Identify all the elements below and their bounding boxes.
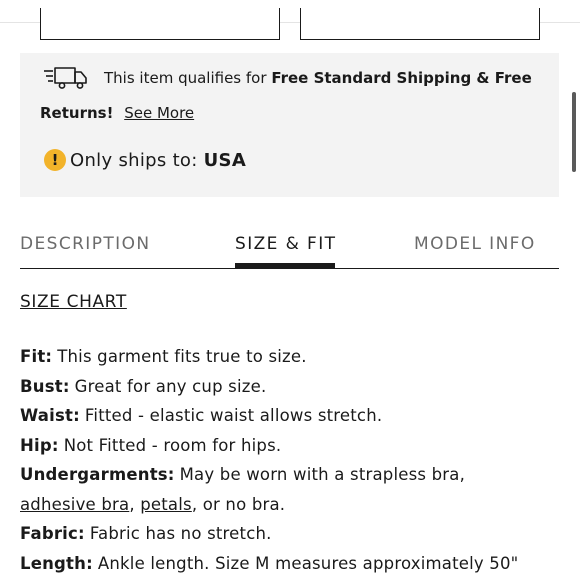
spec-hip: Hip: Not Fitted - room for hips.	[20, 431, 565, 461]
tab-model-info[interactable]: MODEL INFO	[414, 234, 536, 254]
size-chart-link[interactable]: SIZE CHART	[20, 292, 127, 312]
product-tabs: DESCRIPTION SIZE & FIT MODEL INFO	[20, 226, 559, 269]
returns-highlight: Returns!	[40, 104, 114, 122]
size-fit-details: Fit: This garment fits true to size. Bust…	[20, 342, 565, 578]
spec-fit: Fit: This garment fits true to size.	[20, 342, 565, 372]
spec-value: Great for any cup size.	[74, 376, 267, 396]
spec-value: May be worn with a strapless bra,	[179, 465, 466, 484]
petals-link[interactable]: petals	[140, 495, 192, 514]
shipping-message: This item qualifies for Free Standard Sh…	[104, 69, 532, 87]
spec-value: Fabric has no stretch.	[89, 524, 272, 543]
spec-value-tail: , or no bra.	[191, 494, 286, 514]
spec-separator: ,	[129, 494, 135, 514]
tab-description[interactable]: DESCRIPTION	[20, 234, 150, 254]
see-more-link[interactable]: See More	[124, 104, 194, 122]
shipping-message-cont: Returns! See More	[40, 104, 194, 122]
spec-value: Not Fitted - room for hips.	[63, 435, 282, 455]
adhesive-bra-link[interactable]: adhesive bra	[20, 495, 129, 514]
spec-label: Length:	[20, 553, 93, 573]
spec-label: Hip:	[20, 435, 59, 455]
spec-waist: Waist: Fitted - elastic waist allows stre…	[20, 401, 565, 431]
spec-undergarments-cont: adhesive bra, petals, or no bra.	[20, 490, 565, 520]
spec-label: Waist:	[20, 406, 80, 425]
tab-size-fit[interactable]: SIZE & FIT	[235, 234, 336, 254]
spec-length: Length: Ankle length. Size M measures app…	[20, 549, 565, 579]
spec-value: Ankle length. Size M measures approximat…	[97, 553, 519, 573]
ships-to-notice: Only ships to: USA	[70, 150, 246, 171]
spec-value: This garment fits true to size.	[57, 347, 307, 366]
shipping-highlight: Free Standard Shipping & Free	[271, 69, 532, 87]
spec-label: Undergarments:	[20, 465, 175, 484]
spec-bust: Bust: Great for any cup size.	[20, 372, 565, 402]
spec-fabric: Fabric: Fabric has no stretch.	[20, 519, 565, 549]
quantity-select-box[interactable]	[300, 8, 540, 40]
exclamation-icon: !	[44, 149, 66, 171]
shipping-prefix: This item qualifies for	[104, 69, 267, 87]
spec-label: Fabric:	[20, 524, 85, 543]
shipping-info-panel: This item qualifies for Free Standard Sh…	[20, 53, 559, 197]
spec-label: Bust:	[20, 376, 70, 396]
ships-to-label: Only ships to:	[70, 150, 198, 171]
size-select-box[interactable]	[40, 8, 280, 40]
active-tab-indicator	[235, 263, 335, 269]
ships-to-country: USA	[203, 150, 247, 171]
spec-label: Fit:	[20, 347, 53, 366]
page-scrollbar[interactable]	[572, 92, 576, 172]
truck-icon	[44, 65, 90, 95]
spec-value: Fitted - elastic waist allows stretch.	[84, 406, 383, 425]
spec-undergarments: Undergarments: May be worn with a straple…	[20, 460, 565, 490]
